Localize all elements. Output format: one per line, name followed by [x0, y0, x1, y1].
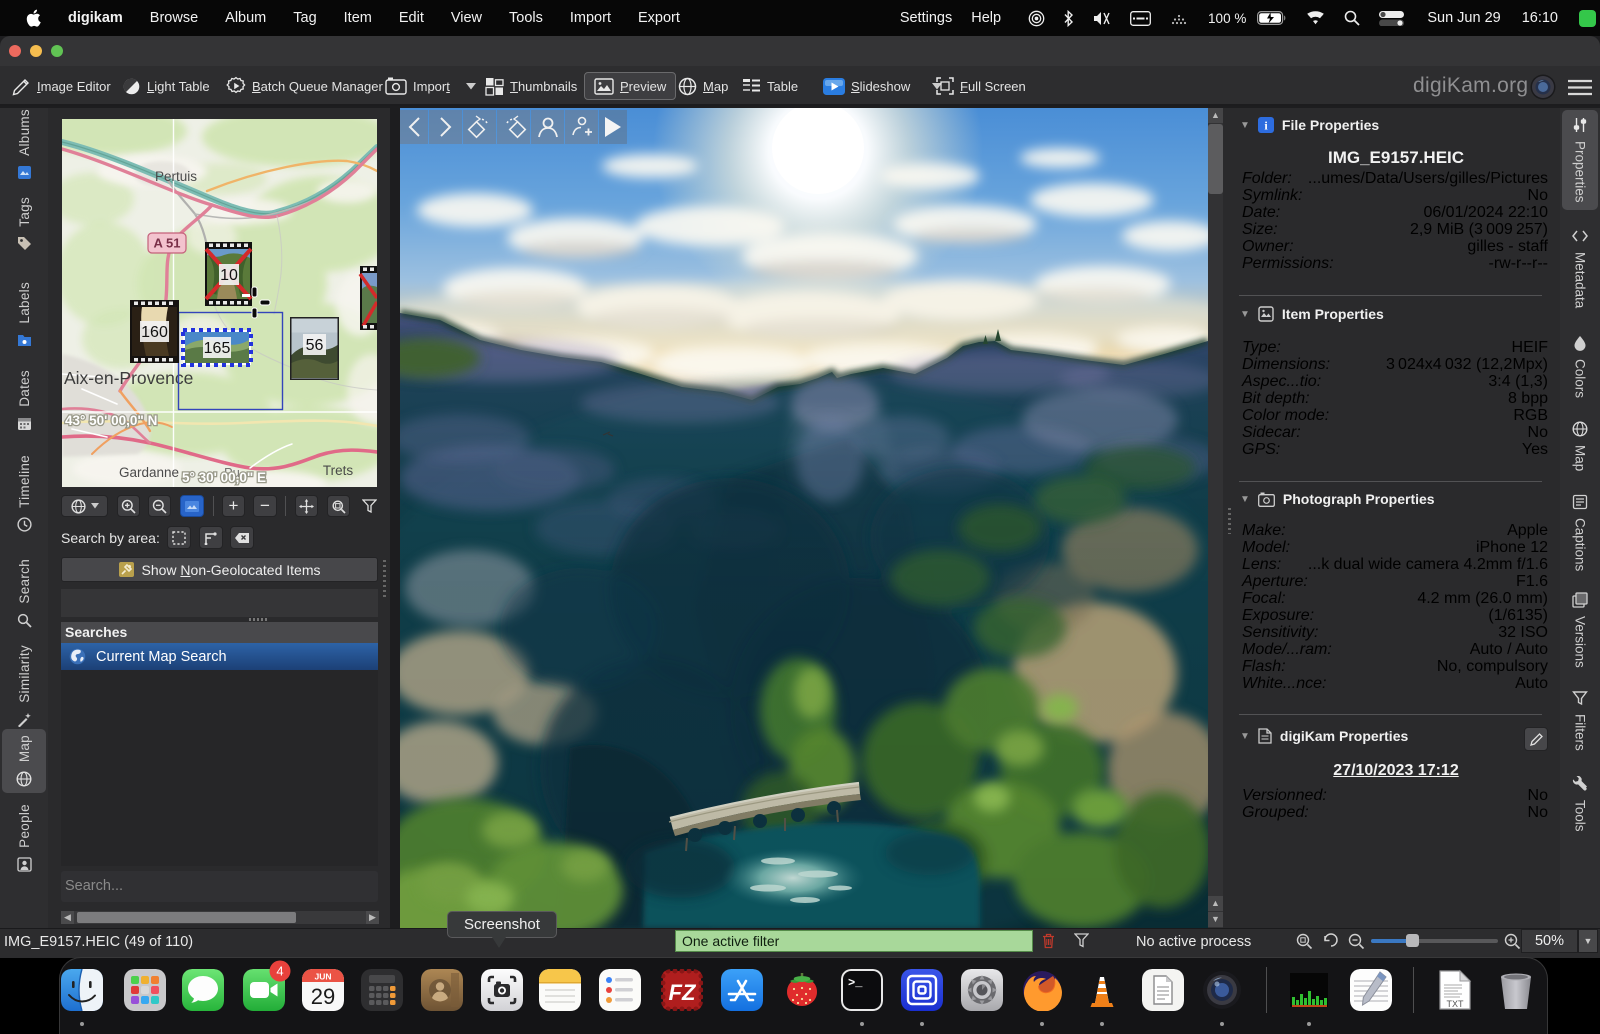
- svg-text:10: 10: [220, 267, 238, 284]
- svg-text:A 51: A 51: [154, 236, 181, 251]
- svg-text:5° 30' 00,0" E: 5° 30' 00,0" E: [182, 470, 266, 485]
- svg-text:>_: >_: [848, 976, 863, 990]
- svg-text:JUN: JUN: [314, 972, 331, 982]
- svg-text:FZ: FZ: [669, 980, 697, 1005]
- svg-text:Trets: Trets: [323, 463, 353, 478]
- svg-text:Pertuis: Pertuis: [155, 169, 197, 184]
- svg-text:TXT: TXT: [1447, 999, 1465, 1009]
- svg-text:43° 50' 00,0" N: 43° 50' 00,0" N: [65, 413, 157, 428]
- svg-text:165: 165: [204, 340, 231, 357]
- svg-text:4: 4: [276, 964, 283, 979]
- svg-text:160: 160: [141, 324, 168, 341]
- svg-text:Gardanne: Gardanne: [119, 465, 179, 480]
- svg-text:56: 56: [306, 337, 324, 354]
- svg-text:29: 29: [311, 984, 335, 1009]
- svg-text:Aix-en-Provence: Aix-en-Provence: [64, 368, 193, 388]
